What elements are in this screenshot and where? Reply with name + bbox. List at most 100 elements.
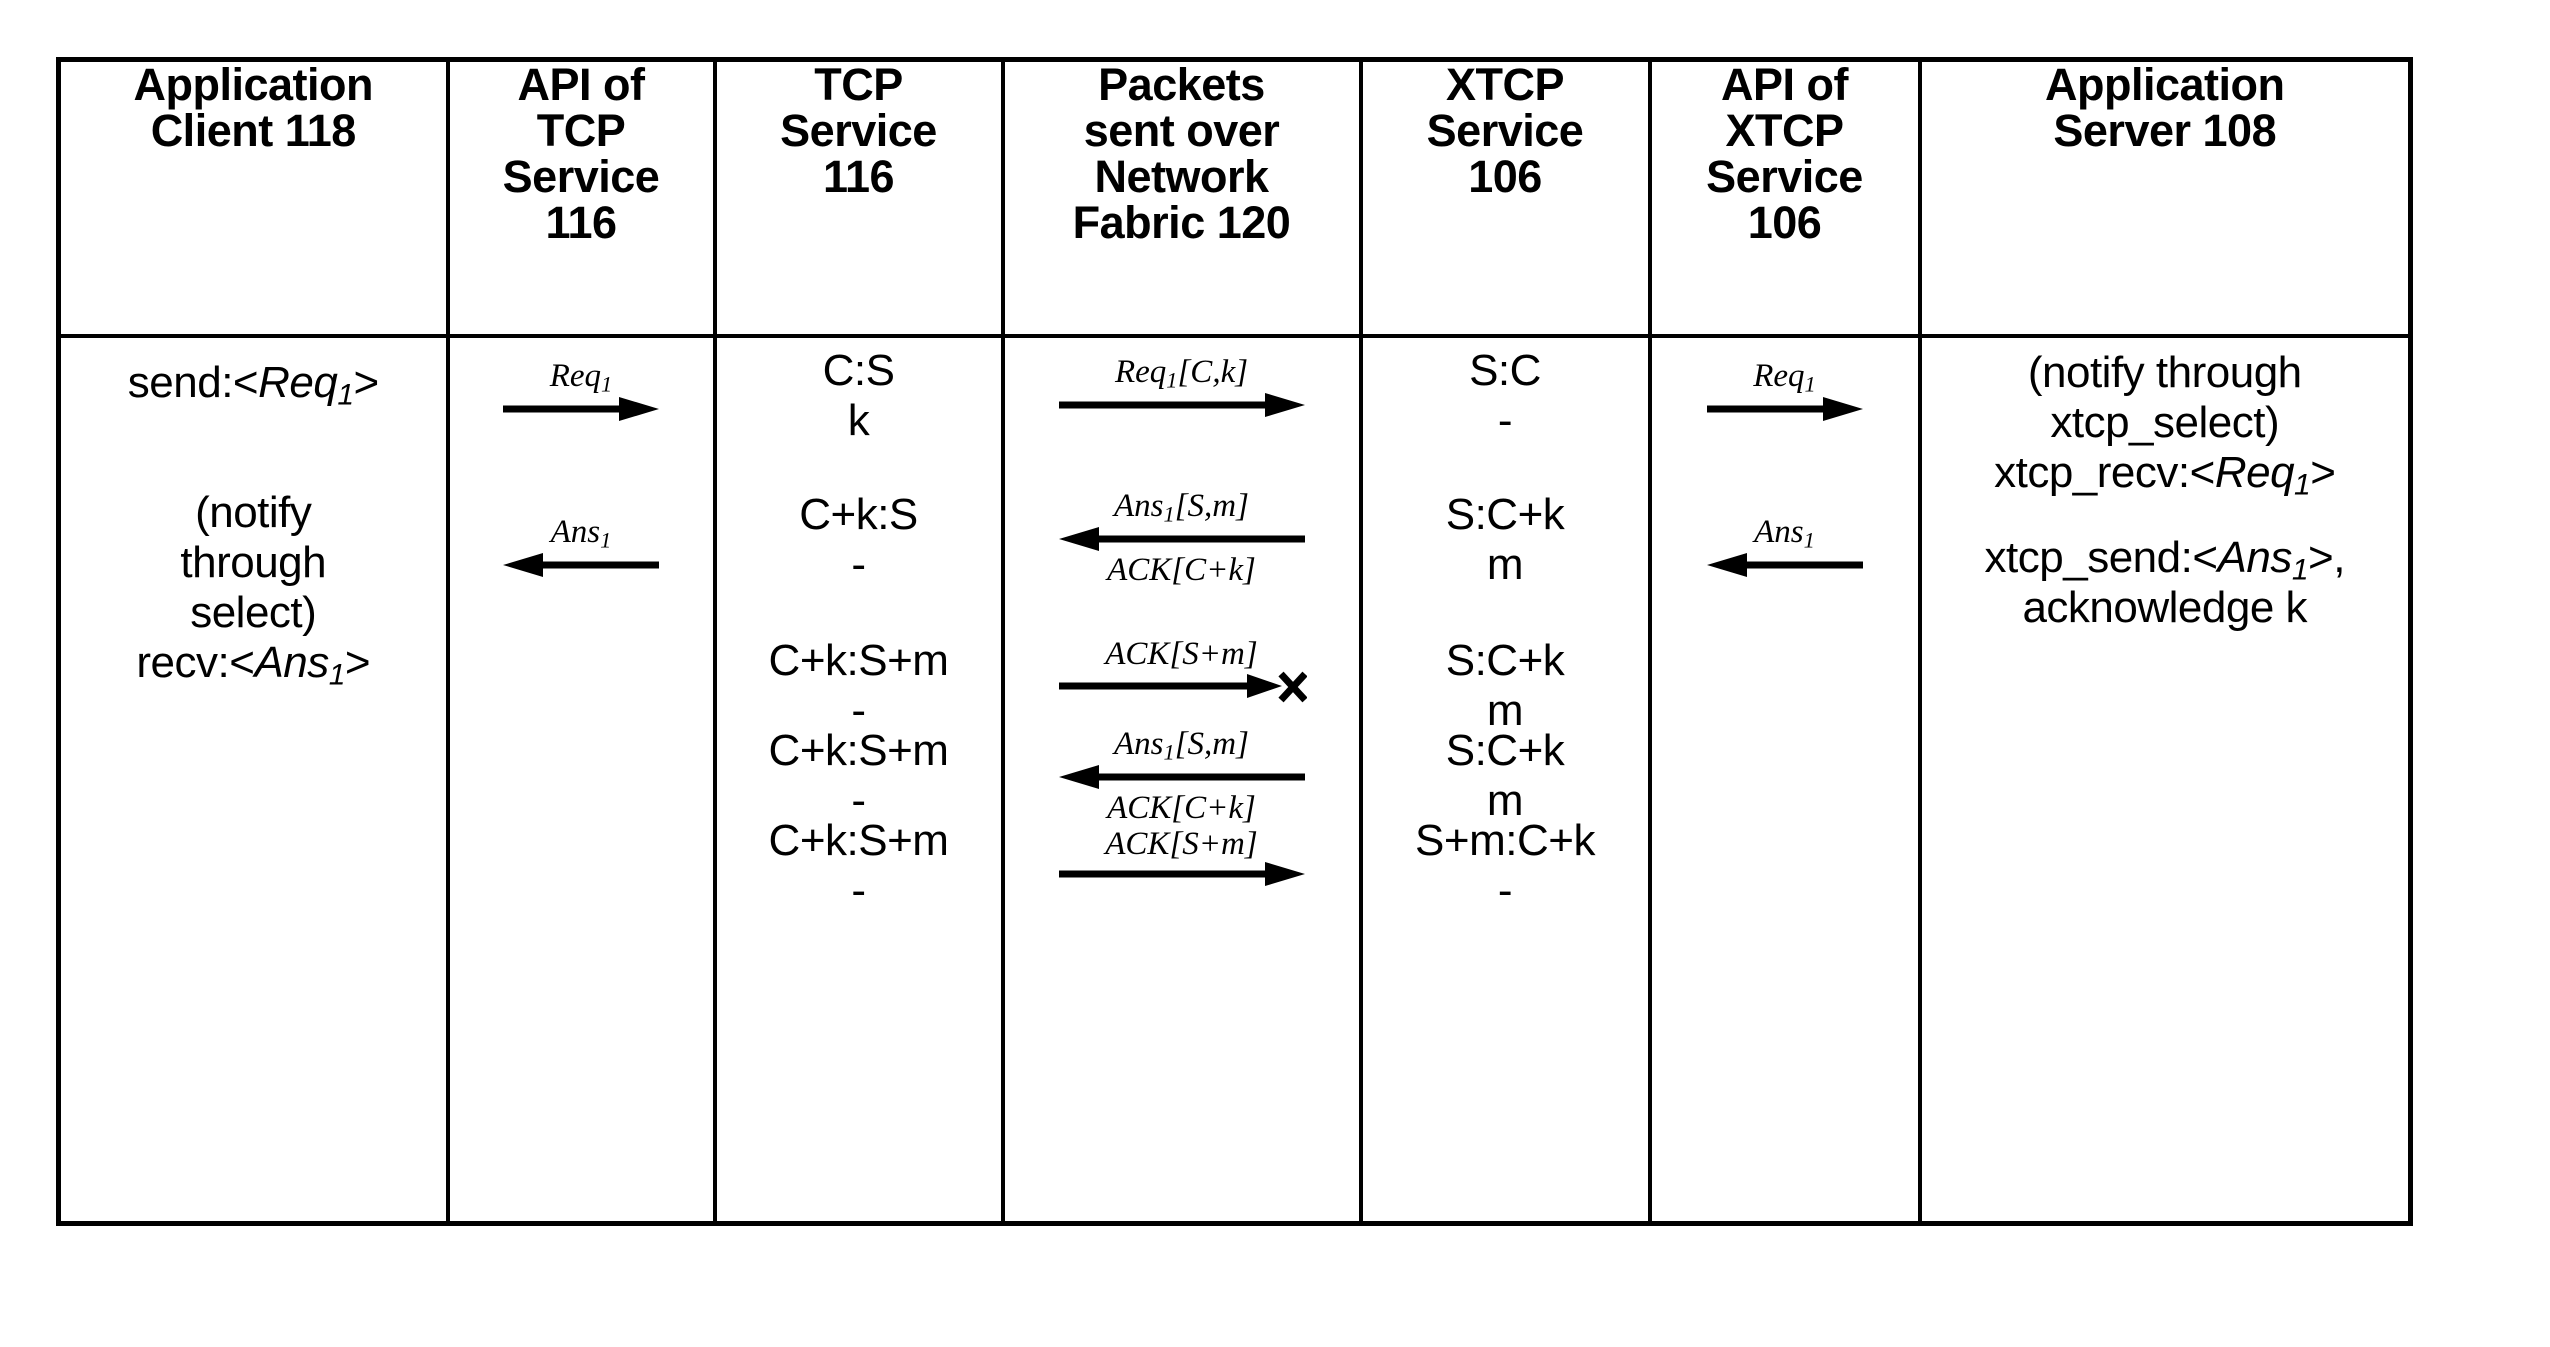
packet-message-2-label-below: ACK[C+k] — [1107, 552, 1256, 589]
header-line: Network — [1094, 150, 1269, 202]
arrow-left-icon — [450, 552, 713, 578]
column-header-packets: Packets sent over Network Fabric 120 — [1000, 57, 1363, 338]
cell-app-server: (notify through xtcp_select) xtcp_recv:<… — [1917, 334, 2413, 1226]
arrow-right-icon — [1005, 392, 1359, 418]
header-line: Packets — [1098, 59, 1265, 110]
tcp-state-2-line1: C+k:S — [799, 490, 918, 539]
tcp-state-1-line2: k — [847, 396, 870, 446]
arrow-left-icon — [1005, 764, 1359, 790]
header-line: API of — [1721, 59, 1849, 110]
api-xtcp-arrow-req1-label: Req1 — [1753, 358, 1816, 397]
header-line: 116 — [545, 196, 617, 248]
header-line: Service — [502, 150, 660, 202]
client-send-req: send:<Req1> — [127, 358, 379, 412]
packet-message-3: ACK[S+m] — [1005, 638, 1359, 705]
req-name: Req — [258, 358, 338, 407]
packet-message-1-label-above: Req1[C,k] — [1114, 354, 1249, 393]
tcp-state-2-line2: - — [851, 540, 866, 590]
ans-subscript: 1 — [2291, 553, 2309, 587]
tcp-state-2: C+k:S - — [717, 490, 1001, 590]
req-name: Req — [2214, 448, 2295, 497]
column-header-app-server: Application Server 108 — [1917, 57, 2413, 338]
header-line: 106 — [1468, 150, 1542, 202]
packets-content: Req1[C,k] Ans1[S,m] ACK[C+k] ACK[S+m] An… — [1005, 338, 1359, 1218]
server-acknowledge: acknowledge k — [2022, 583, 2308, 632]
cell-packets: Req1[C,k] Ans1[S,m] ACK[C+k] ACK[S+m] An… — [1000, 334, 1363, 1226]
table-body: send:<Req1> (notify through select) recv… — [56, 334, 2413, 1226]
cell-api-xtcp: Req1 Ans1 — [1647, 334, 1922, 1226]
app-server-content: (notify through xtcp_select) xtcp_recv:<… — [1922, 338, 2409, 1218]
arrow-right-icon — [450, 396, 713, 422]
tcp-state-3-line1: C+k:S+m — [768, 636, 949, 685]
app-client-content: send:<Req1> (notify through select) recv… — [61, 338, 446, 1218]
header-line: Client 118 — [150, 104, 357, 156]
xtcp-state-1: S:C - — [1363, 346, 1648, 446]
server-xtcp-send: xtcp_send:<Ans1>, — [1984, 533, 2346, 587]
xtcp-state-4: S:C+k m — [1363, 726, 1648, 826]
api-tcp-arrow-req1: Req1 — [450, 360, 713, 422]
arrow-right-icon — [1005, 861, 1359, 887]
server-xtcp-recv: xtcp_recv:<Req1> — [1994, 448, 2336, 502]
server-notify-line-2: xtcp_select) — [2050, 398, 2280, 447]
xtcp-state-4-line1: S:C+k — [1445, 726, 1565, 775]
xtcp-state-5-line1: S+m:C+k — [1415, 816, 1595, 865]
client-notify-line-2: through — [180, 538, 327, 587]
tcp-state-1: C:S k — [717, 346, 1001, 446]
client-recv-ans: recv:<Ans1> — [136, 638, 371, 692]
packet-message-4-label-above: Ans1[S,m] — [1114, 726, 1249, 765]
api-xtcp-arrow-req1: Req1 — [1652, 360, 1918, 422]
tcp-state-5-line1: C+k:S+m — [768, 816, 949, 865]
xtcp-state-3: S:C+k m — [1363, 636, 1648, 736]
header-line: Service — [1706, 150, 1863, 202]
column-header-xtcp-service: XTCP Service 106 — [1358, 57, 1652, 338]
table-header-row: Application Client 118 API of TCP Servic… — [56, 57, 2413, 338]
api-xtcp-arrow-ans1-label: Ans1 — [1754, 514, 1815, 553]
tcp-state-5-line2: - — [851, 866, 866, 916]
api-tcp-arrow-ans1-label: Ans1 — [550, 514, 612, 553]
client-notify-line-3: select) — [190, 588, 317, 637]
tcp-service-content: C:S k C+k:S - C+k:S+m - C+k:S+m - C+k:S+… — [717, 338, 1001, 1218]
xtcp-state-2-line2: m — [1486, 540, 1524, 590]
xtcp-service-content: S:C - S:C+k m S:C+k m S:C+k m S+m:C+k - — [1363, 338, 1648, 1218]
tcp-state-5: C+k:S+m - — [717, 816, 1001, 916]
api-xtcp-content: Req1 Ans1 — [1652, 338, 1918, 1218]
packet-message-5-label-above: ACK[S+m] — [1105, 826, 1258, 862]
header-line: Fabric 120 — [1072, 196, 1291, 248]
xtcp-state-2: S:C+k m — [1363, 490, 1648, 590]
column-header-app-client: Application Client 118 — [56, 57, 450, 338]
header-line: 116 — [822, 150, 895, 202]
packet-message-5: ACK[S+m] — [1005, 828, 1359, 887]
cell-xtcp-service: S:C - S:C+k m S:C+k m S:C+k m S+m:C+k - — [1358, 334, 1652, 1226]
ans-name: Ans — [2217, 533, 2293, 582]
arrow-left-icon — [1652, 552, 1918, 578]
header-line: XTCP — [1445, 59, 1565, 110]
cell-api-tcp: Req1 Ans1 — [445, 334, 717, 1226]
header-line: Service — [780, 104, 937, 156]
header-line: TCP — [536, 104, 626, 156]
req-subscript: 1 — [337, 378, 354, 412]
packet-message-4: Ans1[S,m] ACK[C+k] — [1005, 728, 1359, 825]
api-tcp-arrow-req1-label: Req1 — [549, 358, 613, 397]
header-line: 106 — [1747, 196, 1822, 248]
tcp-state-3: C+k:S+m - — [717, 636, 1001, 736]
header-line: sent over — [1083, 104, 1280, 156]
column-header-tcp-service: TCP Service 116 — [712, 57, 1005, 338]
column-header-api-xtcp: API of XTCP Service 106 — [1647, 57, 1922, 338]
tcp-state-1-line1: C:S — [822, 346, 895, 395]
header-line: Server 108 — [2053, 104, 2277, 156]
packet-message-4-label-below: ACK[C+k] — [1107, 790, 1256, 827]
xtcp-state-5: S+m:C+k - — [1363, 816, 1648, 916]
xtcp-state-2-line1: S:C+k — [1445, 490, 1565, 539]
client-notify-line-1: (notify — [195, 488, 312, 537]
header-line: TCP — [814, 59, 903, 110]
api-tcp-content: Req1 Ans1 — [450, 338, 713, 1218]
xtcp-state-1-line2: - — [1497, 396, 1513, 446]
header-line: Application — [2045, 59, 2285, 110]
header-line: XTCP — [1725, 104, 1844, 156]
packet-message-2: Ans1[S,m] ACK[C+k] — [1005, 490, 1359, 587]
ans-name: Ans — [254, 638, 329, 687]
header-line: Application — [133, 59, 374, 110]
tcp-state-4-line1: C+k:S+m — [768, 726, 949, 775]
xtcp-state-1-line1: S:C — [1469, 346, 1541, 395]
packet-message-3-label-above: ACK[S+m] — [1105, 636, 1258, 672]
